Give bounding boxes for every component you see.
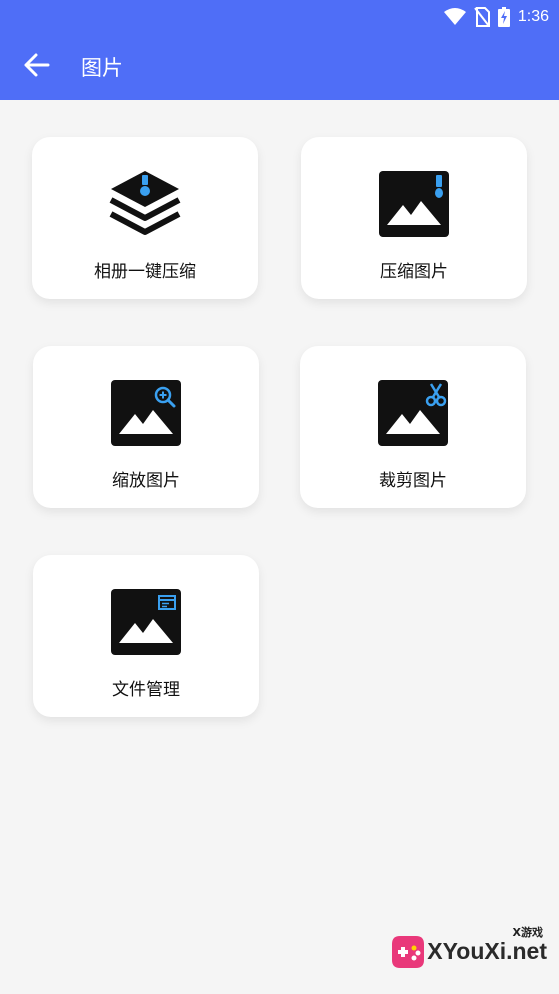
card-file-manager[interactable]: 文件管理	[33, 555, 259, 717]
status-time: 1:36	[517, 8, 549, 25]
card-album-compress[interactable]: 相册一键压缩	[32, 137, 258, 299]
no-sim-icon	[474, 7, 490, 27]
card-zoom-image[interactable]: 缩放图片	[33, 346, 259, 508]
image-zip-icon	[378, 170, 450, 238]
image-scissors-icon	[377, 379, 449, 447]
watermark-main-text: XYouXi.net	[427, 938, 547, 964]
watermark: X游戏 XYouXi.net	[386, 924, 551, 984]
back-arrow-icon[interactable]	[22, 50, 52, 80]
gamepad-logo-icon	[392, 936, 424, 968]
card-label: 缩放图片	[112, 471, 180, 491]
image-file-icon	[110, 588, 182, 656]
status-bar: 1:36	[443, 6, 549, 28]
layers-zip-icon	[109, 170, 181, 238]
wifi-icon	[443, 8, 466, 25]
card-compress-image[interactable]: 压缩图片	[301, 137, 527, 299]
card-label: 裁剪图片	[379, 471, 447, 491]
card-label: 压缩图片	[380, 262, 448, 282]
battery-charging-icon	[497, 7, 510, 27]
app-bar: 1:36 图片	[0, 0, 559, 100]
image-zoom-icon	[110, 379, 182, 447]
card-label: 文件管理	[112, 680, 180, 700]
page-title: 图片	[81, 56, 123, 80]
card-crop-image[interactable]: 裁剪图片	[300, 346, 526, 508]
card-label: 相册一键压缩	[94, 262, 196, 282]
